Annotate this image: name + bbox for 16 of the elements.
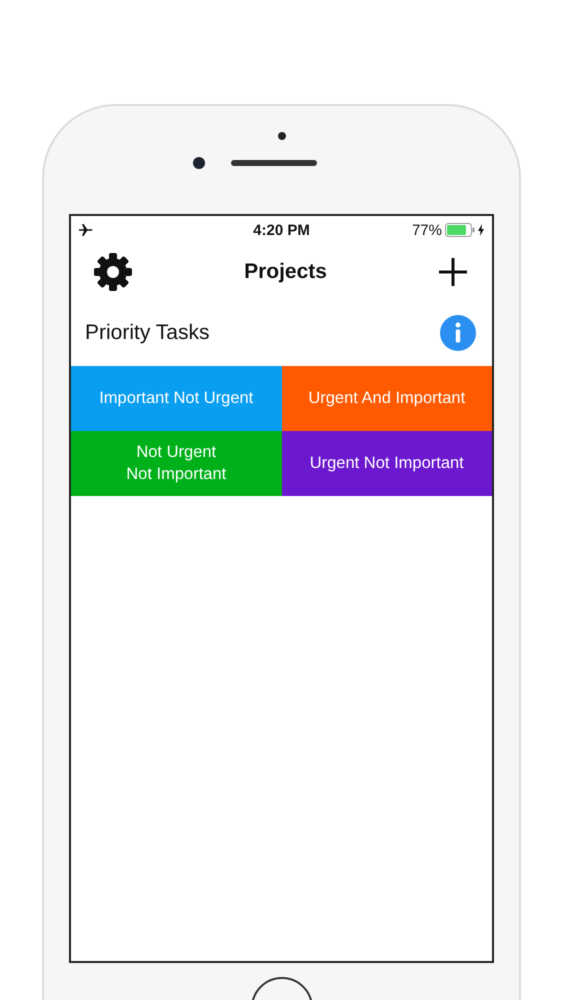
charging-icon: [478, 224, 484, 236]
airplane-icon: [79, 224, 95, 236]
battery-percent: 77%: [412, 222, 442, 238]
status-time: 4:20 PM: [253, 222, 310, 238]
info-icon[interactable]: [440, 315, 476, 351]
add-icon[interactable]: [438, 257, 468, 287]
quadrant-tile[interactable]: Urgent And Important: [282, 366, 492, 431]
camera-lens: [192, 157, 204, 169]
battery-icon: [445, 223, 475, 237]
sensor-dot: [278, 132, 286, 140]
settings-icon[interactable]: [93, 252, 133, 292]
quadrant-tile[interactable]: Urgent Not Important: [282, 431, 492, 496]
nav-title: Projects: [244, 260, 327, 284]
quadrant-tile[interactable]: Important Not Urgent: [71, 366, 282, 431]
section-title: Priority Tasks: [85, 321, 210, 345]
quadrant-tile[interactable]: Not Urgent Not Important: [71, 431, 282, 496]
